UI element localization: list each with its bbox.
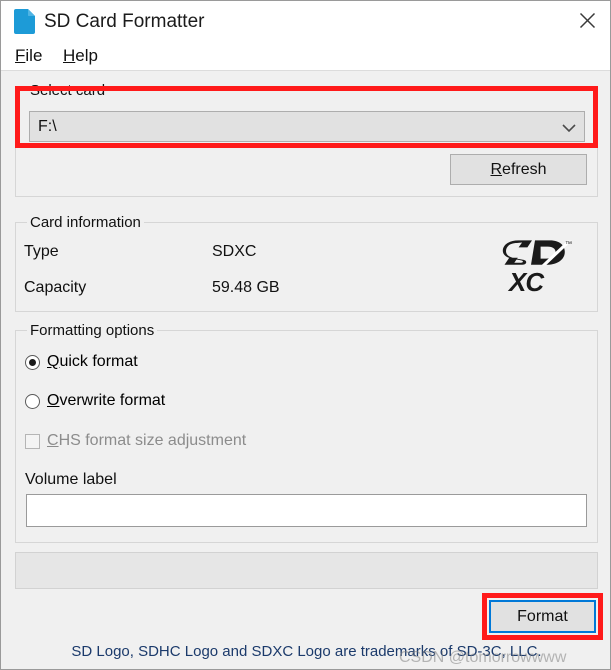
sd-card-icon [14,9,35,34]
checkbox-chs-format-size-adjustment: CHS format size adjustment [25,431,246,451]
menu-bar: File Help [1,41,610,71]
close-icon [579,12,595,29]
title-bar: SD Card Formatter [1,1,610,41]
card-type-label: Type [24,243,59,260]
checkbox-chs-label: CHS format size adjustment [47,432,247,449]
sd-card-formatter-window: SD Card Formatter File Help Select card … [0,0,611,670]
card-capacity-label: Capacity [24,279,87,296]
volume-label-input[interactable] [26,494,587,527]
volume-label-caption: Volume label [25,471,117,488]
message-panel [15,552,598,589]
card-capacity-value: 59.48 GB [212,279,280,296]
radio-quick-format-label: Quick format [47,353,138,370]
svg-text:XC: XC [507,267,545,295]
card-information-group: Card information Type SDXC Capacity 59.4… [15,214,598,312]
select-card-legend: Select card [27,82,109,99]
radio-quick-format[interactable]: Quick format [25,352,138,372]
format-button[interactable]: Format [489,600,596,633]
menu-item-help-rest: elp [75,46,98,65]
select-card-value: F:\ [38,118,57,135]
format-button-label: Format [517,607,568,625]
refresh-button[interactable]: Refresh [450,154,587,185]
menu-item-file-rest: ile [25,46,43,65]
close-button[interactable] [564,1,610,40]
refresh-button-label: Refresh [490,160,547,178]
formatting-options-group: Formatting options Quick format Overwrit… [15,322,598,543]
chevron-down-icon [562,121,576,133]
radio-overwrite-format-label: Overwrite format [47,392,166,409]
svg-text:™: ™ [565,241,572,248]
checkbox-chs-indicator [25,433,40,449]
menu-item-help[interactable]: Help [63,45,98,67]
radio-quick-format-indicator[interactable] [25,354,40,370]
window-title: SD Card Formatter [44,11,205,32]
radio-overwrite-format[interactable]: Overwrite format [25,391,165,411]
select-card-dropdown[interactable]: F:\ [29,111,585,142]
select-card-group: Select card F:\ Refresh [15,82,598,197]
menu-item-file[interactable]: File [15,45,42,67]
card-information-legend: Card information [27,214,144,231]
trademark-footer: SD Logo, SDHC Logo and SDXC Logo are tra… [71,643,542,660]
sdxc-logo-icon: ™ XC [501,237,573,297]
radio-overwrite-format-indicator[interactable] [25,393,40,409]
card-type-value: SDXC [212,243,257,260]
formatting-options-legend: Formatting options [27,322,158,339]
